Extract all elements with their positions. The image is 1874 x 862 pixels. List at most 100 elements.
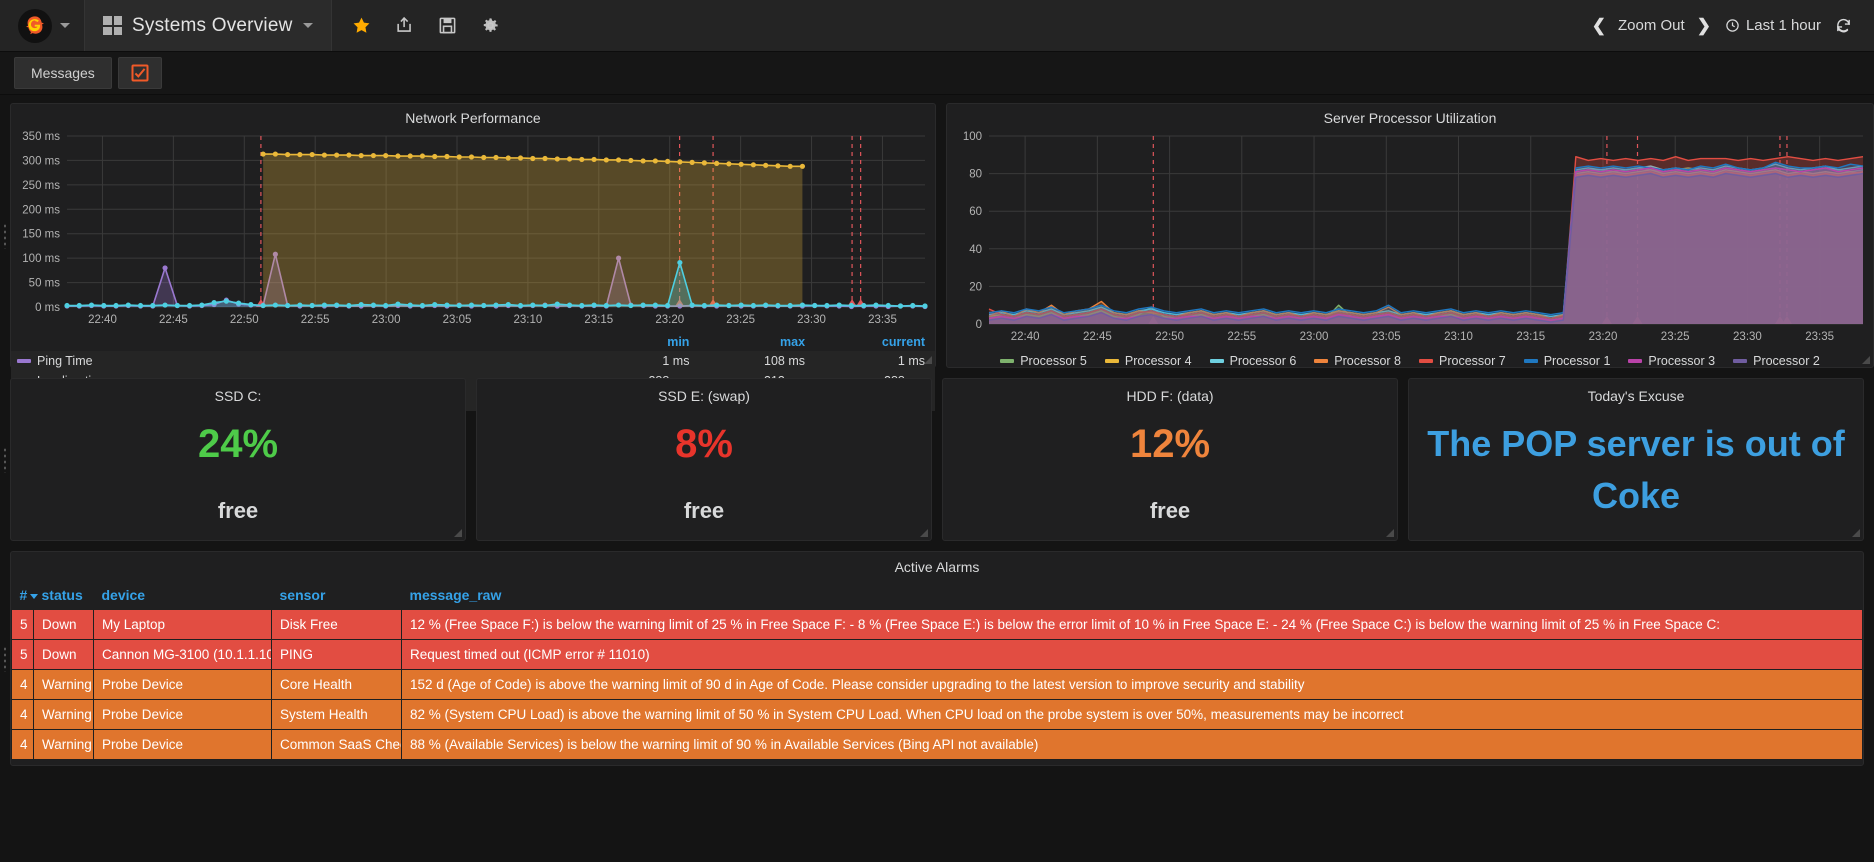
alarms-row: Active Alarms # status device sensor message…: [3, 551, 1864, 766]
legend-item[interactable]: Processor 8: [1314, 354, 1401, 368]
alarm-cell-message: 88 % (Available Services) is below the w…: [401, 729, 1863, 760]
top-navbar: Systems Overview ❮ Zoom Out ❯ Last 1 hou…: [0, 0, 1874, 52]
alarms-col-[interactable]: #: [11, 581, 39, 610]
dashboard-grid-icon: [103, 16, 122, 35]
time-range-picker[interactable]: Last 1 hour: [1725, 17, 1821, 34]
alarm-cell-sensor: Common SaaS Check: [271, 729, 402, 760]
stat-value: 8%: [675, 422, 733, 466]
legend-color-swatch-icon: [17, 359, 31, 363]
panel-ssd-e-swap[interactable]: SSD E: (swap) 8% free: [476, 378, 932, 541]
stat-title: Today's Excuse: [1587, 388, 1685, 404]
legend-item[interactable]: Processor 7: [1419, 354, 1506, 368]
table-row[interactable]: 5 Down Cannon MG-3100 (10.1.1.107) PING Requ…: [11, 639, 1863, 670]
alarms-col-message_raw[interactable]: message_raw: [401, 581, 1863, 610]
messages-button[interactable]: Messages: [14, 57, 112, 89]
svg-text:22:45: 22:45: [1083, 331, 1112, 343]
legend-col-max[interactable]: max: [699, 333, 815, 351]
panel-drag-handle[interactable]: [3, 645, 8, 672]
legend-item[interactable]: Processor 5: [1000, 354, 1087, 368]
legend-item[interactable]: Processor 3: [1628, 354, 1715, 368]
gear-icon[interactable]: [481, 16, 500, 35]
alarm-cell-num: 5: [11, 609, 34, 640]
star-icon[interactable]: [352, 16, 371, 35]
chevron-down-icon[interactable]: [302, 23, 313, 28]
svg-text:23:00: 23:00: [372, 314, 401, 326]
panel-title-active-alarms: Active Alarms: [894, 559, 980, 575]
alarm-cell-num: 4: [11, 699, 34, 730]
panel-drag-handle[interactable]: [3, 446, 8, 473]
panel-hdd-f-data[interactable]: HDD F: (data) 12% free: [942, 378, 1398, 541]
legend-series-name[interactable]: Ping Time: [11, 351, 584, 371]
alarm-cell-status: Warning: [33, 729, 94, 760]
panel-drag-handle[interactable]: [3, 222, 8, 249]
alarms-col-sensor[interactable]: sensor: [271, 581, 402, 610]
alarms-table: # status device sensor message_raw 5 Down My L…: [11, 581, 1863, 760]
network-performance-graph[interactable]: 0 ms 50 ms 100 ms 150 ms 200 ms 250 ms 300 ms 3…: [11, 128, 935, 333]
svg-text:23:10: 23:10: [1444, 331, 1473, 343]
panel-resize-handle[interactable]: [1851, 528, 1861, 538]
caret-down-icon[interactable]: [30, 593, 39, 599]
svg-text:100 ms: 100 ms: [22, 253, 60, 265]
legend-row[interactable]: Ping Time 1 ms 108 ms 1 ms: [11, 351, 935, 371]
panel-resize-handle[interactable]: [923, 355, 933, 365]
stat-value: 24%: [197, 422, 279, 466]
stat-subtitle: free: [217, 498, 259, 523]
alarm-cell-message: 152 d (Age of Code) is above the warning…: [401, 669, 1863, 700]
dashboard-picker[interactable]: Systems Overview: [85, 0, 332, 51]
svg-text:23:25: 23:25: [1661, 331, 1690, 343]
panel-active-alarms: Active Alarms # status device sensor message…: [3, 551, 1864, 766]
legend-item-label: Processor 3: [1648, 354, 1716, 368]
graph-row: Network Performance 0 ms 50 ms 100 ms 150 m…: [3, 103, 1874, 411]
legend-item[interactable]: Processor 4: [1104, 354, 1192, 368]
legend-color-swatch-icon: [1419, 359, 1433, 363]
server-processor-plot: 0 20 40 60 80 100 22:40 22:45 22:50 22:55 23:00 23:…: [963, 131, 1864, 343]
alarm-cell-sensor: Core Health: [271, 669, 402, 700]
svg-text:200 ms: 200 ms: [22, 204, 60, 216]
legend-item[interactable]: Processor 2: [1733, 354, 1820, 368]
save-icon[interactable]: [438, 16, 457, 35]
legend-item[interactable]: Processor 1: [1523, 354, 1610, 368]
alarms-col-status[interactable]: status: [33, 581, 94, 610]
table-row[interactable]: 4 Warning Probe Device System Health 82 % (S…: [11, 699, 1863, 730]
share-icon[interactable]: [395, 16, 414, 35]
panel-resize-handle[interactable]: [453, 528, 463, 538]
alarms-col-device[interactable]: device: [93, 581, 272, 610]
alarms-header-row: # status device sensor message_raw: [11, 581, 1863, 610]
legend-header-row: min max current: [11, 333, 935, 351]
panel-resize-handle[interactable]: [919, 528, 929, 538]
legend-value-max: 108 ms: [764, 354, 806, 368]
legend-item[interactable]: Processor 6: [1209, 354, 1296, 368]
alarm-cell-num: 4: [11, 669, 34, 700]
checked-checkbox-icon[interactable]: [117, 57, 162, 89]
table-row[interactable]: 4 Warning Probe Device Common SaaS Check 88 …: [11, 729, 1863, 760]
svg-text:23:30: 23:30: [797, 314, 826, 326]
legend-col-current[interactable]: current: [815, 333, 935, 351]
panel-todays-excuse[interactable]: Today's Excuse The POP server is out of …: [1408, 378, 1864, 541]
svg-text:23:35: 23:35: [1805, 331, 1834, 343]
table-row[interactable]: 4 Warning Probe Device Core Health 152 d (Ag…: [11, 669, 1863, 700]
chevron-left-icon[interactable]: ❮: [1592, 16, 1606, 36]
zoom-out-button[interactable]: Zoom Out: [1618, 17, 1685, 34]
chevron-right-icon[interactable]: ❯: [1697, 16, 1711, 36]
svg-text:22:55: 22:55: [1227, 331, 1256, 343]
server-processor-graph[interactable]: 0 20 40 60 80 100 22:40 22:45 22:50 22:55 23:00 23:…: [947, 128, 1873, 350]
org-menu[interactable]: [0, 0, 85, 51]
legend-item-label: Processor 5: [1020, 354, 1087, 368]
refresh-icon[interactable]: [1835, 17, 1852, 34]
time-range-label: Last 1 hour: [1745, 17, 1821, 34]
table-row[interactable]: 5 Down My Laptop Disk Free 12 % (Free Space …: [11, 609, 1863, 640]
stat-subtitle: free: [1149, 498, 1191, 523]
grafana-logo-icon[interactable]: [18, 8, 52, 43]
alarm-cell-message: Request timed out (ICMP error # 11010): [401, 639, 1863, 670]
svg-text:23:20: 23:20: [655, 314, 684, 326]
panel-resize-handle[interactable]: [1861, 355, 1871, 365]
chevron-down-icon[interactable]: [60, 23, 70, 28]
svg-text:80: 80: [969, 169, 982, 181]
panel-ssd-c[interactable]: SSD C: 24% free: [3, 378, 466, 541]
legend-col-min[interactable]: min: [584, 333, 700, 351]
alarm-cell-sensor: Disk Free: [271, 609, 402, 640]
panel-resize-handle[interactable]: [1385, 528, 1395, 538]
panel-server-processor-utilization: Server Processor Utilization 0 20 40 60 80 10…: [946, 103, 1874, 368]
alarm-cell-sensor: PING: [271, 639, 402, 670]
stat-title: SSD C:: [214, 388, 262, 404]
